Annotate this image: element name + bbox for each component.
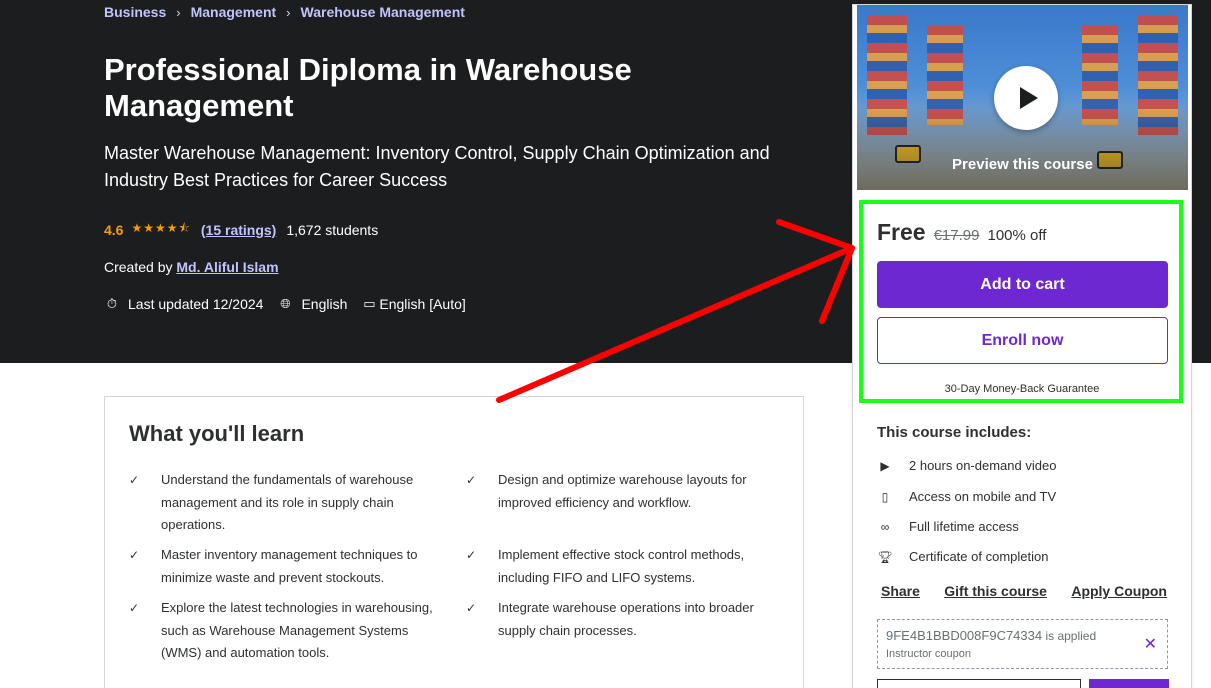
arrow-head-upper	[776, 219, 855, 251]
red-arrow-annotation	[496, 219, 855, 403]
arrow-shaft	[496, 245, 855, 403]
course-page: Business › Management › Warehouse Manage…	[0, 0, 1211, 688]
